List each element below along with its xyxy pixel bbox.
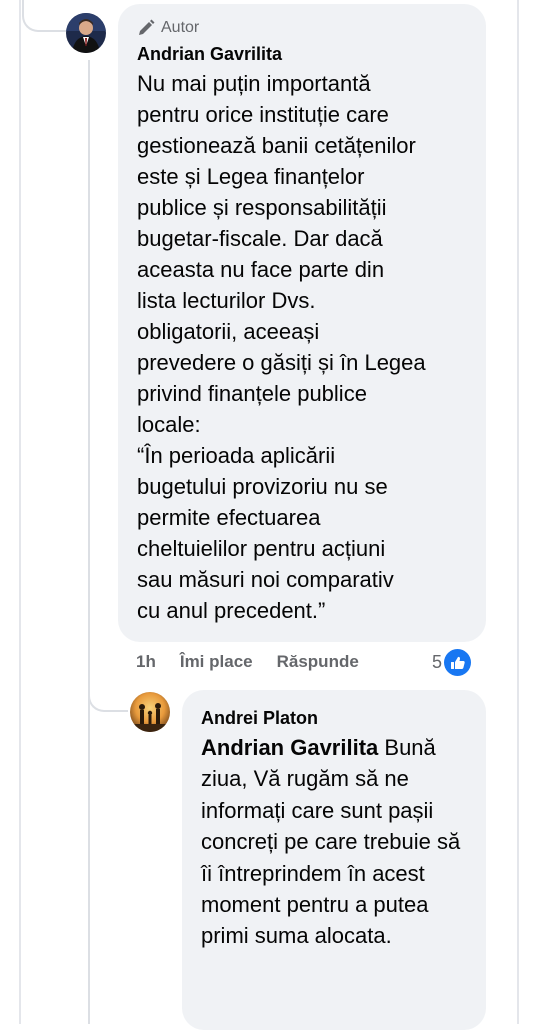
like-button[interactable]: Îmi place <box>180 652 253 672</box>
reply-text: Andrian Gavrilita Bună ziua, Vă rugăm să… <box>201 732 468 952</box>
comment-actions: 1h Îmi place Răspunde <box>136 652 383 672</box>
avatar-andrian-gavrilita[interactable] <box>66 13 106 53</box>
comment-bubble: Autor Andrian Gavrilita Nu mai puțin imp… <box>118 4 486 642</box>
reply-bubble: Andrei Platon Andrian Gavrilita Bună ziu… <box>182 690 486 1030</box>
reaction-count: 5 <box>432 652 443 672</box>
mention-link[interactable]: Andrian Gavrilita <box>201 735 378 760</box>
reply-button[interactable]: Răspunde <box>277 652 359 672</box>
left-thread-edge <box>19 0 21 1024</box>
reply-author-name[interactable]: Andrei Platon <box>201 704 468 732</box>
comment-text: Nu mai puțin importantă pentru orice ins… <box>137 71 426 623</box>
comment-author-name[interactable]: Andrian Gavrilita <box>137 40 468 68</box>
author-badge-label: Autor <box>161 19 200 36</box>
thread-connector <box>22 0 68 32</box>
author-badge: Autor <box>137 16 468 40</box>
right-thread-edge <box>517 0 519 1024</box>
reaction-summary[interactable]: 5 <box>432 649 472 676</box>
avatar-andrei-platon[interactable] <box>130 692 170 732</box>
like-reaction-icon <box>444 649 472 676</box>
comment-timestamp[interactable]: 1h <box>136 652 156 672</box>
pencil-icon <box>139 19 155 35</box>
reply-thread-line <box>88 60 90 1024</box>
reply-message: Bună ziua, Vă rugăm să ne informați care… <box>201 735 461 949</box>
reply-connector <box>88 680 128 712</box>
